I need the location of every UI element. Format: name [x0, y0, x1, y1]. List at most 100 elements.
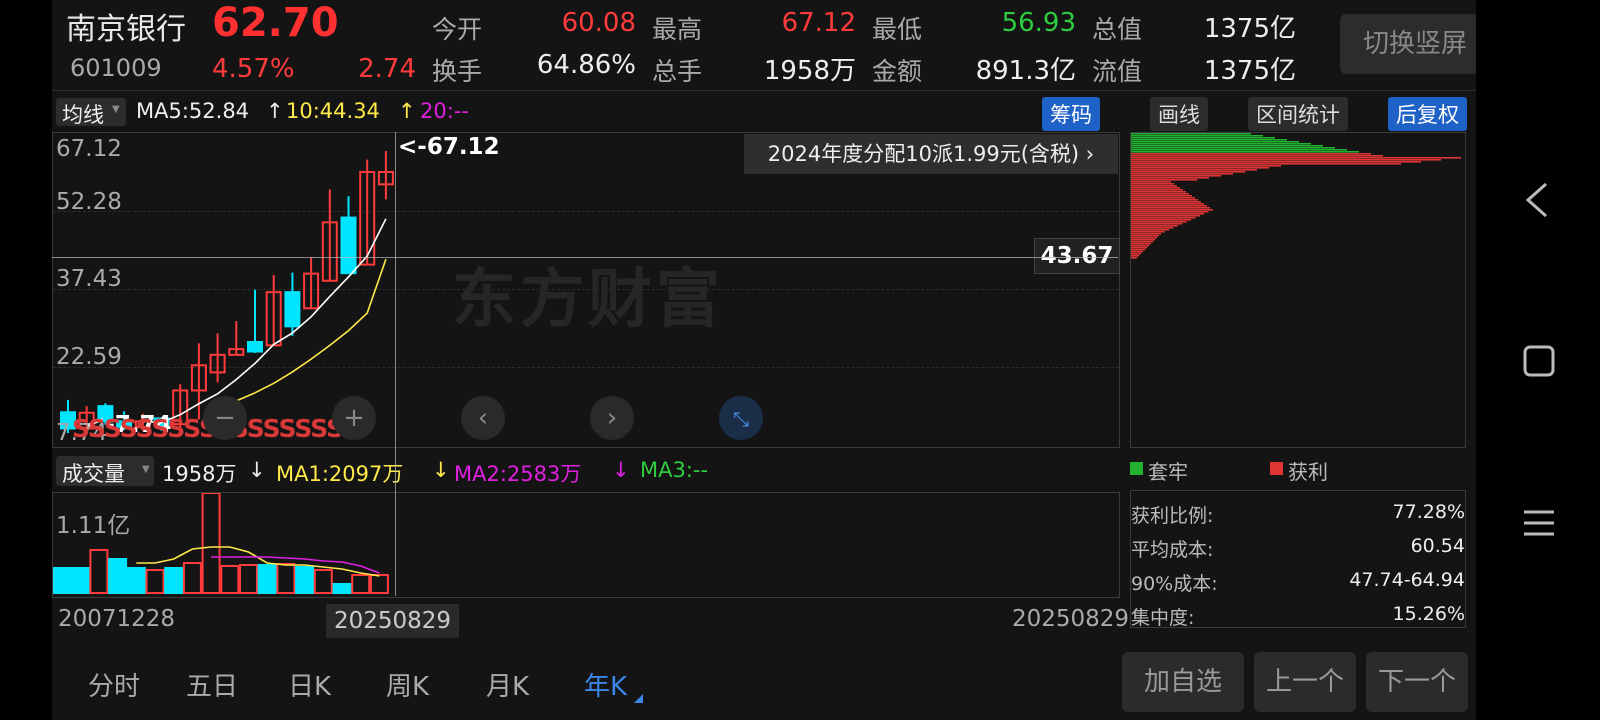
chip-bar: [1131, 239, 1155, 241]
tab-weekly-k[interactable]: 周K: [386, 666, 429, 703]
low-value: 56.93: [1001, 8, 1076, 38]
chip-bar: [1131, 203, 1204, 205]
draw-line-button[interactable]: 画线: [1150, 97, 1208, 131]
chip-bar: [1131, 233, 1161, 235]
chip-bar: [1131, 231, 1165, 233]
chip-bar: [1131, 149, 1347, 151]
chip-bar: [1131, 183, 1174, 185]
volume-bar: [70, 567, 90, 594]
tab-timeshare[interactable]: 分时: [88, 666, 140, 703]
volume-bar: [239, 564, 258, 594]
back-icon[interactable]: [1522, 180, 1552, 220]
y-axis-label: 52.28: [56, 189, 122, 215]
volume-bar: [276, 563, 296, 594]
vol-ma1: MA1:2097万: [276, 462, 404, 486]
crosshair-horizontal: [52, 257, 1118, 258]
volume-bar: [257, 564, 277, 594]
max-price-marker: <-67.12: [398, 134, 500, 160]
next-button[interactable]: 下一个: [1366, 652, 1468, 712]
volume-bar: [126, 567, 146, 594]
stock-app: 南京银行 62.70 601009 4.57% 2.74 今开 60.08 换手…: [52, 0, 1490, 720]
profit-legend-label: 获利: [1288, 460, 1328, 484]
volume-bar: [182, 562, 202, 594]
caret-down-icon: ▼: [112, 104, 120, 115]
chip-histogram: [1131, 133, 1461, 259]
volume-selector[interactable]: 成交量 ▼: [56, 456, 154, 486]
zoom-in-button[interactable]: +: [332, 396, 376, 440]
adjust-button[interactable]: 后复权: [1388, 97, 1467, 131]
range-stats-button[interactable]: 区间统计: [1248, 97, 1348, 131]
chip-bar: [1131, 213, 1205, 215]
scroll-right-button[interactable]: ›: [590, 396, 634, 440]
chip-bar: [1131, 143, 1311, 145]
header-divider: [52, 90, 1476, 91]
chip-bar: [1131, 251, 1143, 253]
chips-button[interactable]: 筹码: [1042, 97, 1100, 131]
collapse-button[interactable]: ⤡: [719, 396, 763, 440]
chip-bar: [1131, 157, 1461, 159]
chip-bar: [1131, 225, 1178, 227]
dividend-banner[interactable]: 2024年度分配10派1.99元(含税) ›: [744, 134, 1118, 174]
scroll-left-button[interactable]: ‹: [461, 396, 505, 440]
volume-bar: [332, 583, 352, 594]
ma5-arrow-up-icon: ↑: [266, 99, 284, 123]
chip-bar: [1131, 217, 1196, 219]
volume-value: 1958万: [162, 462, 237, 486]
chip-bar: [1131, 159, 1441, 161]
volume-bar: [89, 549, 109, 594]
chip-bar: [1131, 153, 1371, 155]
chip-bar: [1131, 221, 1187, 223]
volume-bar: [351, 574, 371, 594]
chip-bar: [1131, 155, 1383, 157]
vol-ma1-arrow-down-icon: ↓: [432, 458, 450, 482]
volume-bar: [201, 493, 221, 594]
switch-portrait-button[interactable]: 切换竖屏: [1340, 14, 1490, 74]
chip-bar: [1131, 163, 1401, 165]
tab-five-day[interactable]: 五日: [186, 666, 238, 703]
chip-bar: [1131, 247, 1147, 249]
ma-selector[interactable]: 均线 ▼: [56, 98, 126, 127]
concentration-label: 集中度:: [1131, 607, 1195, 629]
chip-bar: [1131, 135, 1263, 137]
chip-bar: [1131, 151, 1359, 153]
chip-bar: [1131, 179, 1197, 181]
volume-chart[interactable]: [52, 492, 1120, 598]
dropdown-corner-icon: [634, 694, 643, 703]
avg-cost-label: 平均成本:: [1131, 539, 1214, 561]
chip-bar: [1131, 175, 1221, 177]
trapped-legend-label: 套牢: [1148, 460, 1188, 484]
chip-bar: [1131, 137, 1275, 139]
chip-bar: [1131, 167, 1269, 169]
end-date: 20250829: [1012, 606, 1130, 632]
turnover-label: 换手: [432, 57, 483, 86]
volume-arrow-down-icon: ↓: [248, 458, 266, 482]
zoom-out-button[interactable]: −: [203, 396, 247, 440]
ma5-value: MA5:52.84: [136, 99, 250, 123]
volume-y-label: 1.11亿: [56, 513, 131, 539]
recents-icon[interactable]: [1522, 508, 1556, 538]
chip-bar: [1131, 241, 1153, 243]
chevron-right-icon: ›: [606, 403, 618, 433]
chip-bar: [1131, 195, 1192, 197]
chip-bar: [1131, 215, 1200, 217]
chip-bar: [1131, 165, 1281, 167]
y-axis-label: 37.43: [56, 266, 122, 292]
chip-bar: [1131, 199, 1198, 201]
add-watchlist-button[interactable]: 加自选: [1122, 652, 1244, 712]
chip-bar: [1131, 223, 1183, 225]
watermark: 东方财富: [452, 263, 724, 337]
cost-90-label: 90%成本:: [1131, 573, 1218, 595]
volume-label: 总手: [652, 57, 703, 86]
chip-bar: [1131, 201, 1201, 203]
chip-distribution-chart[interactable]: [1130, 132, 1466, 448]
tab-yearly-k[interactable]: 年K: [584, 666, 627, 703]
tab-daily-k[interactable]: 日K: [288, 666, 331, 703]
chip-bar: [1131, 235, 1159, 237]
open-label: 今开: [432, 15, 483, 44]
chip-bar: [1131, 237, 1157, 239]
high-value: 67.12: [781, 8, 856, 38]
home-icon[interactable]: [1522, 344, 1556, 378]
previous-button[interactable]: 上一个: [1254, 652, 1356, 712]
tab-monthly-k[interactable]: 月K: [486, 666, 529, 703]
volume-bar: [164, 567, 184, 594]
